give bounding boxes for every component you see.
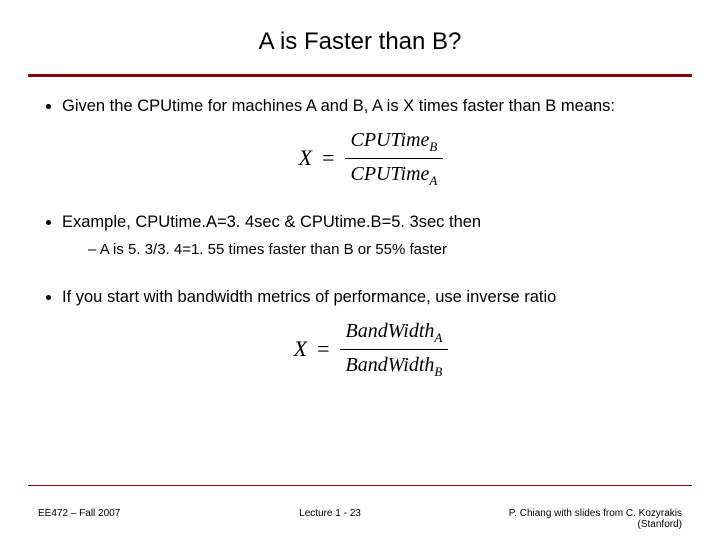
bullet-2-sub: A is 5. 3/3. 4=1. 55 times faster than B… (88, 240, 680, 260)
bullet-1: Given the CPUtime for machines A and B, … (62, 95, 680, 189)
formula-2-eq: = (317, 334, 329, 364)
formula-2: X = BandWidthA BandWidthB (62, 318, 680, 380)
footer-center: Lecture 1 - 23 (178, 508, 482, 519)
slide: A is Faster than B? Given the CPUtime fo… (0, 0, 720, 540)
formula-2-lhs: X (294, 334, 307, 364)
bullet-1-text: Given the CPUtime for machines A and B, … (62, 97, 615, 115)
formula-2-fraction: BandWidthA BandWidthB (340, 318, 449, 380)
bullet-2: Example, CPUtime.A=3. 4sec & CPUtime.B=5… (62, 211, 680, 260)
formula-1: X = CPUTimeB CPUTimeA (62, 127, 680, 189)
bullet-2-text: Example, CPUtime.A=3. 4sec & CPUtime.B=5… (62, 213, 481, 231)
footer-left: EE472 – Fall 2007 (38, 508, 178, 519)
bullet-2-sublist: A is 5. 3/3. 4=1. 55 times faster than B… (62, 240, 680, 260)
footer-divider (28, 485, 692, 486)
footer-right: P. Chiang with slides from C. Kozyrakis … (482, 508, 682, 530)
bullet-list: Given the CPUtime for machines A and B, … (40, 95, 680, 380)
footer: EE472 – Fall 2007 Lecture 1 - 23 P. Chia… (38, 508, 682, 530)
formula-2-den-sub: B (434, 364, 442, 379)
content-area: Given the CPUtime for machines A and B, … (0, 77, 720, 380)
formula-1-fraction: CPUTimeB CPUTimeA (345, 127, 444, 189)
bullet-3: If you start with bandwidth metrics of p… (62, 286, 680, 380)
formula-2-den: BandWidth (346, 354, 435, 376)
slide-title: A is Faster than B? (0, 0, 720, 64)
formula-1-den-sub: A (429, 173, 437, 188)
formula-2-num: BandWidth (346, 320, 435, 342)
formula-1-den: CPUTime (351, 163, 430, 185)
formula-1-eq: = (322, 143, 334, 173)
formula-1-num: CPUTime (351, 129, 430, 151)
bullet-3-text: If you start with bandwidth metrics of p… (62, 288, 556, 306)
formula-2-num-sub: A (434, 330, 442, 345)
formula-1-lhs: X (299, 143, 312, 173)
formula-1-num-sub: B (429, 139, 437, 154)
